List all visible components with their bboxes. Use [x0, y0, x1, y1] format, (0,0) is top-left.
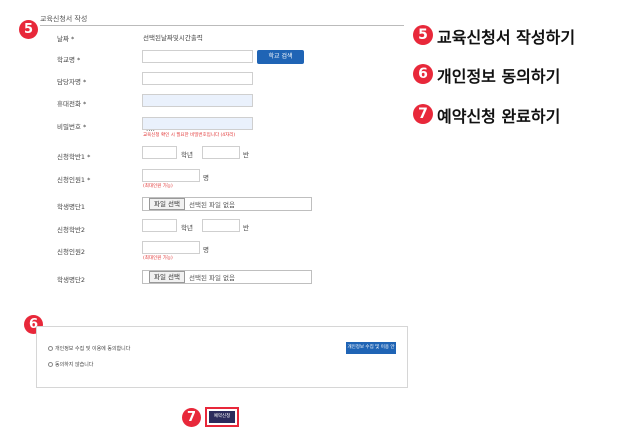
consent-agree-option[interactable]: 개인정보 수집 및 이용에 동의합니다 — [48, 345, 130, 352]
class1-class-suffix: 반 — [243, 151, 249, 159]
agree-radio[interactable] — [48, 346, 53, 351]
phone-label: 휴대전화 * — [57, 100, 87, 108]
teacher-input[interactable] — [142, 72, 253, 92]
submit-button[interactable]: 예약신청 — [209, 411, 235, 423]
count2-suffix: 명 — [203, 246, 209, 254]
count1-hint: (최대인원 가능) — [143, 184, 173, 189]
step-5-badge: 5 — [19, 20, 38, 39]
heading-5-badge: 5 — [413, 25, 433, 45]
date-value: 선택된날짜및시간출력 — [143, 34, 203, 42]
class1-label: 신청학반1 * — [57, 153, 91, 161]
count1-suffix: 명 — [203, 174, 209, 182]
list2-file-input[interactable]: 파일 선택 선택된 파일 없음 — [142, 270, 312, 284]
privacy-info-button[interactable]: 개인정보 수집 및 이용 안내 — [346, 342, 396, 362]
heading-7-badge: 7 — [413, 104, 433, 124]
list2-file-button[interactable]: 파일 선택 — [149, 271, 185, 283]
heading-6-badge: 6 — [413, 64, 433, 84]
phone-input[interactable] — [142, 94, 253, 114]
form-title: 교육신청서 작성 — [40, 14, 404, 26]
school-label: 학교명 * — [57, 56, 81, 64]
heading-step-6: 개인정보 동의하기 — [437, 67, 561, 86]
class2-grade-suffix: 학년 — [181, 224, 193, 232]
list1-file-input[interactable]: 파일 선택 선택된 파일 없음 — [142, 197, 312, 211]
count2-hint: (최대인원 가능) — [143, 256, 173, 261]
agree-label: 개인정보 수집 및 이용에 동의합니다 — [55, 346, 131, 352]
password-hint: 교육신청 확인 시 필요한 비밀번호입니다 (4자리) — [143, 133, 236, 138]
disagree-label: 동의하지 않습니다 — [55, 362, 94, 368]
count1-input[interactable] — [142, 169, 200, 189]
list1-label: 학생명단1 — [57, 203, 86, 211]
teacher-label: 담당자명 * — [57, 78, 87, 86]
date-label: 날짜 * — [57, 35, 75, 43]
password-input[interactable] — [142, 117, 253, 137]
list1-file-button[interactable]: 파일 선택 — [149, 198, 185, 210]
list2-file-status: 선택된 파일 없음 — [189, 274, 235, 282]
consent-panel — [36, 326, 408, 388]
password-label: 비밀번호 * — [57, 123, 87, 131]
class2-grade-input[interactable] — [142, 219, 177, 239]
count2-label: 신청인원2 — [57, 248, 86, 256]
count1-label: 신청인원1 * — [57, 176, 91, 184]
school-input[interactable] — [142, 50, 253, 70]
disagree-radio[interactable] — [48, 362, 53, 367]
class1-grade-suffix: 학년 — [181, 151, 193, 159]
list2-label: 학생명단2 — [57, 276, 86, 284]
step-7-badge: 7 — [182, 408, 201, 427]
class1-class-input[interactable] — [202, 146, 240, 166]
count2-input[interactable] — [142, 241, 200, 261]
class2-class-input[interactable] — [202, 219, 240, 239]
class2-label: 신청학반2 — [57, 226, 86, 234]
class1-grade-input[interactable] — [142, 146, 177, 166]
list1-file-status: 선택된 파일 없음 — [189, 201, 235, 209]
heading-step-7: 예약신청 완료하기 — [437, 107, 561, 126]
submit-highlight: 예약신청 — [205, 407, 239, 427]
school-search-button[interactable]: 학교 검색 — [257, 50, 304, 64]
class2-class-suffix: 반 — [243, 224, 249, 232]
heading-step-5: 교육신청서 작성하기 — [437, 28, 576, 47]
consent-disagree-option[interactable]: 동의하지 않습니다 — [48, 361, 93, 368]
